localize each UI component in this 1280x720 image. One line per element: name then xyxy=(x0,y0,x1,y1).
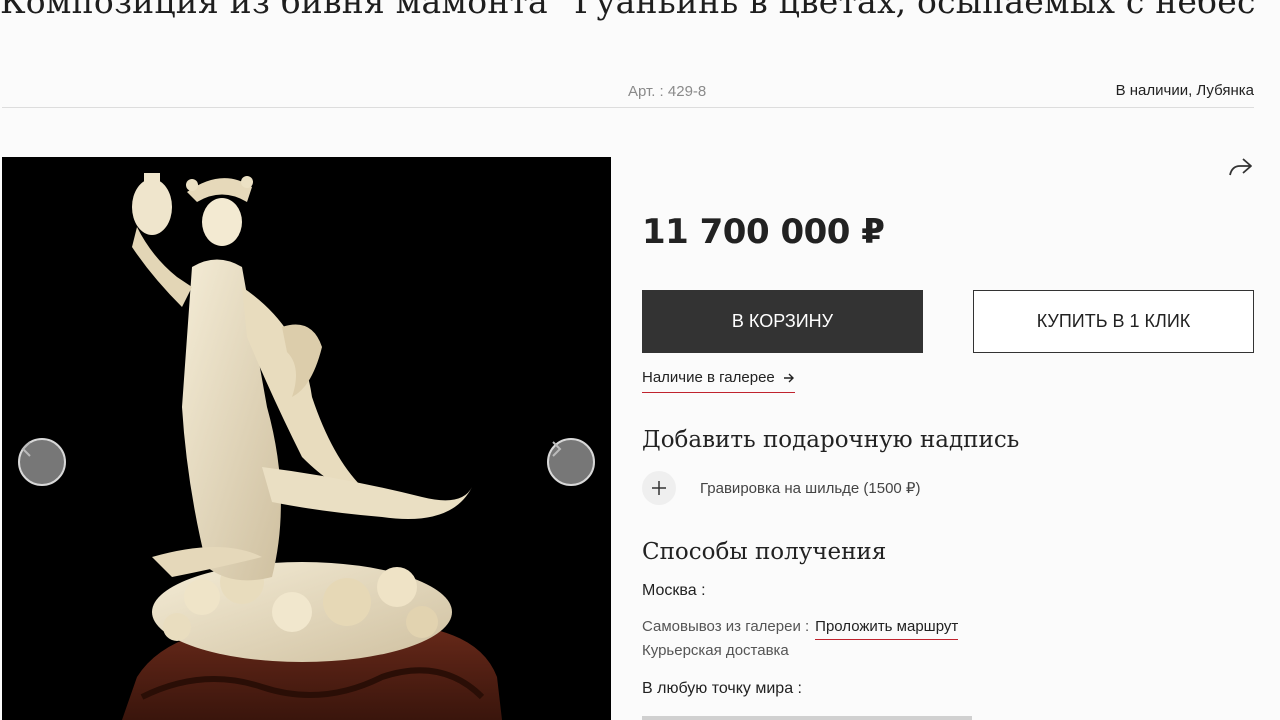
page-title: Композиция из бивня мамонта "Гуаньинь в … xyxy=(0,0,1272,21)
pickup-row: Самовывоз из галереи : Проложить маршрут xyxy=(642,618,959,640)
gallery-availability-label: Наличие в галерее xyxy=(642,369,775,386)
delivery-worldwide: В любую точку мира : xyxy=(642,680,802,697)
route-link[interactable]: Проложить маршрут xyxy=(815,618,959,640)
chevron-left-icon xyxy=(21,441,31,457)
engraving-option: Гравировка на шильде (1500 ₽) xyxy=(642,471,920,505)
plus-icon xyxy=(652,481,666,495)
chevron-right-icon xyxy=(552,441,562,457)
product-photo xyxy=(2,157,611,720)
article-number: Арт. : 429-8 xyxy=(628,83,707,100)
add-to-cart-button[interactable]: В КОРЗИНУ xyxy=(642,290,923,353)
gallery-prev-button[interactable] xyxy=(18,438,66,486)
availability-status: В наличии, Лубянка xyxy=(1115,82,1254,99)
delivery-heading: Способы получения xyxy=(642,539,887,565)
add-engraving-button[interactable] xyxy=(642,471,676,505)
gift-heading: Добавить подарочную надпись xyxy=(642,427,1020,453)
delivery-city-moscow: Москва : xyxy=(642,582,706,599)
product-gallery xyxy=(2,157,611,720)
product-price: 11 700 000 ₽ xyxy=(642,212,885,252)
buy-one-click-button[interactable]: КУПИТЬ В 1 КЛИК xyxy=(973,290,1254,353)
product-meta-row: Арт. : 429-8 В наличии, Лубянка xyxy=(2,78,1254,108)
gallery-next-button[interactable] xyxy=(547,438,595,486)
courier-delivery: Курьерская доставка xyxy=(642,642,789,659)
share-icon[interactable] xyxy=(1228,156,1254,178)
gallery-availability-link[interactable]: Наличие в галерее xyxy=(642,369,795,393)
pickup-label: Самовывоз из галереи : xyxy=(642,618,810,635)
arrow-right-icon xyxy=(783,373,794,382)
cut-off-text-line xyxy=(642,716,972,720)
engraving-label: Гравировка на шильде (1500 ₽) xyxy=(700,480,921,497)
